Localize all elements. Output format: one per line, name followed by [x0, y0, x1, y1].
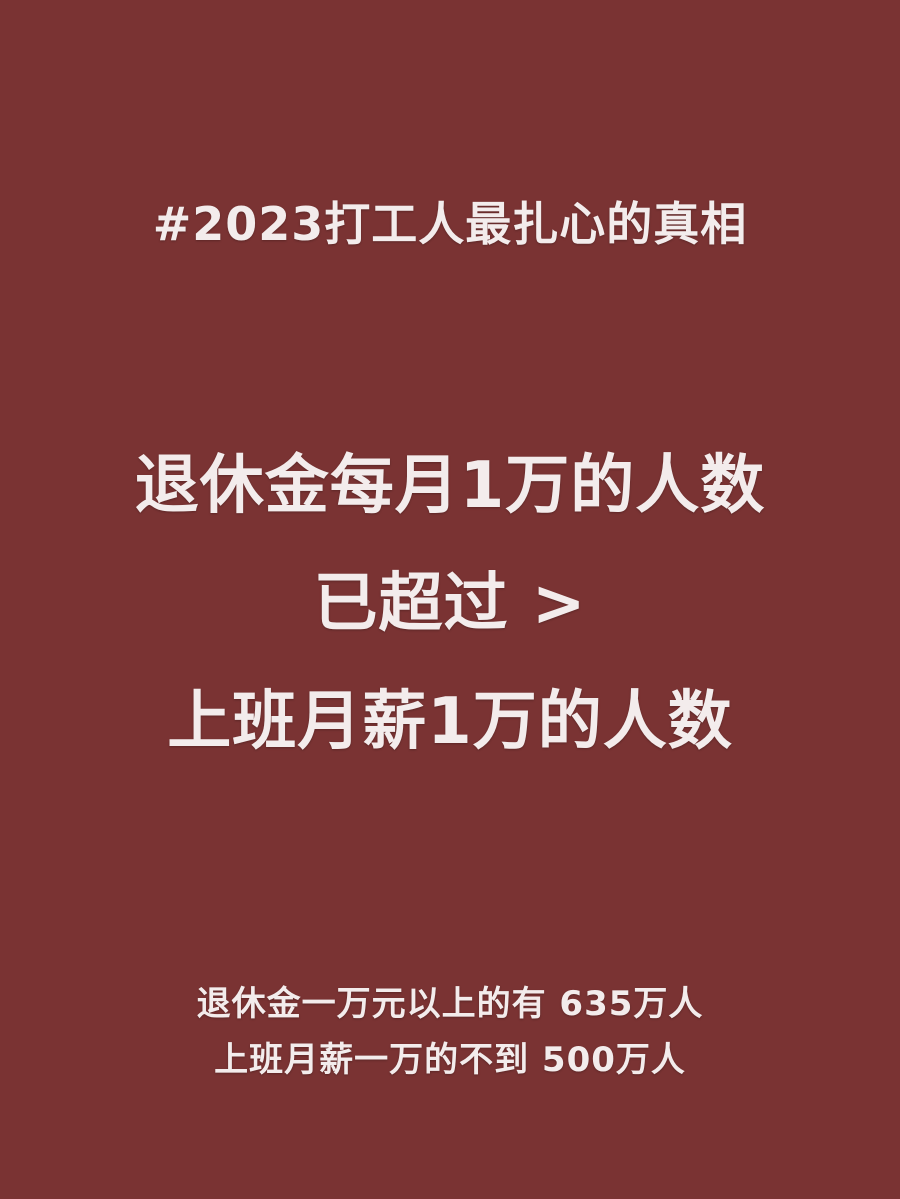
hashtag-title: #2023打工人最扎心的真相 [152, 197, 748, 251]
fact-retirement-count: 退休金一万元以上的有 635万人 [196, 984, 704, 1024]
fact-salary-count: 上班月薪一万的不到 500万人 [214, 1040, 686, 1080]
headline-line-2: 已超过 > [313, 567, 587, 641]
headline-line-1: 退休金每月1万的人数 [134, 449, 766, 523]
poster: #2023打工人最扎心的真相 退休金每月1万的人数 已超过 > 上班月薪1万的人… [0, 0, 900, 1199]
headline-line-3: 上班月薪1万的人数 [167, 685, 733, 759]
